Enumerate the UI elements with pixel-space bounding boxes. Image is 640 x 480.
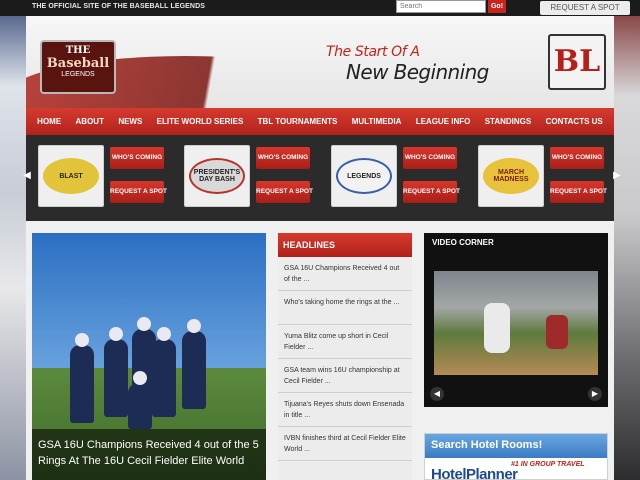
tournament-logo[interactable]: PRESIDENT'S DAY BASH	[184, 145, 250, 207]
tournament-logo[interactable]: MARCH MADNESS	[478, 145, 544, 207]
tagline: The Start Of A New Beginning	[326, 44, 526, 84]
baseball-legends-logo[interactable]: THE Baseball LEGENDS	[40, 40, 116, 94]
tournament-logo[interactable]: BLAST	[38, 145, 104, 207]
player-figure	[104, 327, 128, 417]
tournament-logo-badge: PRESIDENT'S DAY BASH	[189, 158, 245, 194]
request-spot-link[interactable]: REQUEST A SPOT	[540, 1, 630, 15]
headline-item[interactable]: Who's taking home the rings at the ...	[278, 291, 412, 325]
video-corner-title: VIDEO CORNER	[432, 238, 494, 247]
nav-elite-world-series[interactable]: ELITE WORLD SERIES	[157, 117, 244, 126]
request-spot-button[interactable]: REQUEST A SPOT	[550, 181, 607, 203]
headlines-title: HEADLINES	[278, 233, 412, 257]
search-input[interactable]	[396, 0, 486, 13]
headline-item[interactable]: GSA 16U Champions Received 4 out of the …	[278, 257, 412, 291]
tagline-line-2: New Beginning	[346, 60, 489, 84]
nav-home[interactable]: HOME	[37, 117, 61, 126]
logo-line-2: Baseball	[46, 56, 110, 71]
hotel-ad-brand: HotelPlanner	[431, 466, 518, 480]
headline-item[interactable]: Yuma Blitz come up short in Cecil Fielde…	[278, 325, 412, 359]
tournament-logo[interactable]: LEGENDS	[331, 145, 397, 207]
tagline-line-1: The Start Of A	[326, 44, 420, 60]
player-head	[75, 333, 89, 347]
main-nav: HOME ABOUT NEWS ELITE WORLD SERIES TBL T…	[26, 108, 614, 135]
player-head	[109, 327, 123, 341]
headlines-list: GSA 16U Champions Received 4 out of the …	[278, 257, 412, 461]
official-site-text: THE OFFICIAL SITE OF THE BASEBALL LEGEND…	[32, 3, 206, 10]
player-head	[137, 317, 151, 331]
whos-coming-button[interactable]: WHO'S COMING	[550, 147, 604, 169]
headline-item[interactable]: IVBN finishes third at Cecil Fielder Eli…	[278, 427, 412, 461]
request-spot-button[interactable]: REQUEST A SPOT	[256, 181, 313, 203]
search-go-button[interactable]: Go!	[488, 0, 506, 13]
whos-coming-button[interactable]: WHO'S COMING	[256, 147, 310, 169]
feature-caption[interactable]: GSA 16U Champions Received 4 out of the …	[32, 429, 266, 480]
featured-story[interactable]: GSA 16U Champions Received 4 out of the …	[32, 233, 266, 480]
tournament-logo-badge: MARCH MADNESS	[483, 158, 539, 194]
player-head	[157, 327, 171, 341]
background-player-right	[610, 0, 640, 480]
hotel-search-ad[interactable]: Search Hotel Rooms! #1 IN GROUP TRAVEL H…	[424, 433, 608, 480]
video-batter-figure	[484, 303, 510, 353]
logo-line-3: LEGENDS	[61, 71, 95, 78]
video-corner: VIDEO CORNER ◀ ▶	[424, 233, 608, 407]
headline-item[interactable]: Tijuana's Reyes shuts down Ensenada in t…	[278, 393, 412, 427]
tournament-card: PRESIDENT'S DAY BASH WHO'S COMING REQUES…	[184, 145, 324, 207]
request-spot-button[interactable]: REQUEST A SPOT	[110, 181, 167, 203]
nav-league-info[interactable]: LEAGUE INFO	[416, 117, 471, 126]
tournament-logo-badge: BLAST	[43, 158, 99, 194]
headlines-panel: HEADLINES GSA 16U Champions Received 4 o…	[278, 233, 412, 480]
player-figure	[182, 319, 206, 409]
whos-coming-button[interactable]: WHO'S COMING	[110, 147, 164, 169]
player-head	[133, 371, 147, 385]
main-content: GSA 16U Champions Received 4 out of the …	[26, 221, 614, 480]
player-figure	[152, 327, 176, 417]
nav-standings[interactable]: STANDINGS	[485, 117, 532, 126]
site-header: THE Baseball LEGENDS The Start Of A New …	[26, 16, 614, 108]
nav-about[interactable]: ABOUT	[76, 117, 104, 126]
video-player[interactable]	[434, 271, 598, 375]
nav-news[interactable]: NEWS	[118, 117, 142, 126]
video-prev-icon[interactable]: ◀	[430, 387, 444, 401]
headline-item[interactable]: GSA team wins 16U championship at Cecil …	[278, 359, 412, 393]
player-figure	[128, 371, 152, 429]
nav-tbl-tournaments[interactable]: TBL TOURNAMENTS	[258, 117, 338, 126]
tournament-card: BLAST WHO'S COMING REQUEST A SPOT	[38, 145, 178, 207]
player-figure	[70, 333, 94, 423]
tournament-card: LEGENDS WHO'S COMING REQUEST A SPOT	[331, 145, 471, 207]
nav-multimedia[interactable]: MULTIMEDIA	[352, 117, 402, 126]
hotel-ad-subtitle: #1 IN GROUP TRAVEL	[511, 461, 585, 468]
video-catcher-figure	[546, 315, 568, 349]
top-bar: THE OFFICIAL SITE OF THE BASEBALL LEGEND…	[0, 0, 640, 16]
hotel-ad-title: Search Hotel Rooms!	[425, 434, 607, 458]
player-head	[187, 319, 201, 333]
bl-monogram-logo: BL	[548, 34, 606, 90]
tournament-carousel: ◀ BLAST WHO'S COMING REQUEST A SPOT PRES…	[23, 135, 621, 221]
request-spot-button[interactable]: REQUEST A SPOT	[403, 181, 460, 203]
whos-coming-button[interactable]: WHO'S COMING	[403, 147, 457, 169]
tournament-logo-badge: LEGENDS	[336, 158, 392, 194]
carousel-next-arrow-icon[interactable]: ▶	[612, 169, 622, 183]
logo-line-1: THE	[65, 45, 91, 56]
carousel-prev-arrow-icon[interactable]: ◀	[22, 169, 32, 183]
nav-contacts-us[interactable]: CONTACTS US	[546, 117, 603, 126]
tournament-card: MARCH MADNESS WHO'S COMING REQUEST A SPO…	[478, 145, 618, 207]
video-next-icon[interactable]: ▶	[588, 387, 602, 401]
